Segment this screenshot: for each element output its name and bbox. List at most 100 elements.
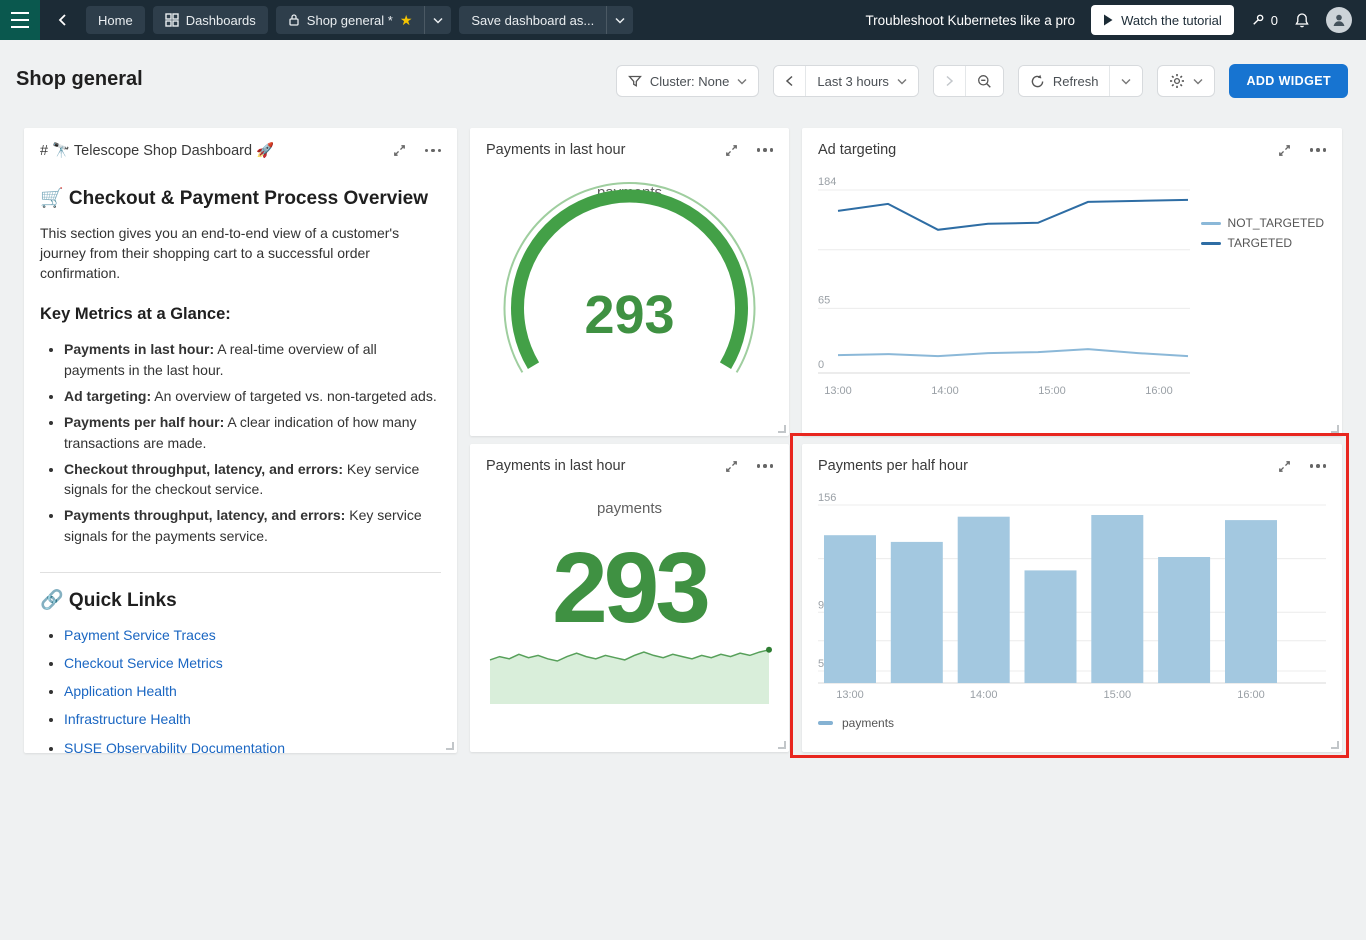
resize-handle[interactable] <box>778 425 786 433</box>
page-title: Shop general <box>16 68 143 91</box>
payments-value: 293 <box>470 538 789 638</box>
time-range-label: Last 3 hours <box>817 74 889 89</box>
notes-heading: 🛒 Checkout & Payment Process Overview <box>40 185 441 213</box>
dashboard-menu-chevron[interactable] <box>424 6 451 34</box>
back-button[interactable] <box>48 6 78 34</box>
time-back-button[interactable] <box>774 66 805 96</box>
metric-item: Ad targeting: An overview of targeted vs… <box>64 386 441 406</box>
zoom-out-button[interactable] <box>965 66 1003 96</box>
avatar[interactable] <box>1326 7 1352 33</box>
svg-text:0: 0 <box>818 359 824 371</box>
pinned-items-button[interactable]: 0 <box>1250 12 1278 28</box>
refresh-options-chevron[interactable] <box>1109 66 1142 96</box>
dashboard-name-label: Shop general * <box>307 13 393 28</box>
legend-item[interactable]: TARGETED <box>1201 236 1324 250</box>
favorite-star-icon[interactable]: ★ <box>400 12 413 29</box>
grid-icon <box>165 13 179 27</box>
svg-text:16:00: 16:00 <box>1237 689 1265 701</box>
legend-swatch <box>1201 222 1221 225</box>
user-icon <box>1331 12 1347 28</box>
quick-link[interactable]: Application Health <box>64 683 177 699</box>
metric-item: Payments per half hour: A clear indicati… <box>64 412 441 453</box>
quick-links-list: Payment Service Traces Checkout Service M… <box>40 625 441 753</box>
svg-text:184: 184 <box>818 176 836 188</box>
chevron-down-icon <box>433 17 443 24</box>
time-forward-button[interactable] <box>934 66 965 96</box>
watch-tutorial-label: Watch the tutorial <box>1121 13 1222 28</box>
chevron-down-icon <box>897 78 907 85</box>
metrics-list: Payments in last hour: A real-time overv… <box>40 339 441 546</box>
more-options-icon[interactable] <box>757 148 774 152</box>
save-dashboard-as-button[interactable]: Save dashboard as... <box>459 6 606 34</box>
expand-icon[interactable] <box>392 143 407 158</box>
svg-text:14:00: 14:00 <box>931 385 959 397</box>
cluster-filter-button[interactable]: Cluster: None <box>616 65 759 97</box>
widget-payments-gauge: Payments in last hour payments 293 <box>470 128 789 436</box>
quick-link[interactable]: SUSE Observability Documentation <box>64 740 285 753</box>
svg-text:13:00: 13:00 <box>836 689 864 701</box>
quick-link-item: Checkout Service Metrics <box>64 653 441 673</box>
menu-icon[interactable] <box>0 0 40 40</box>
widget-telescope-notes: # 🔭 Telescope Shop Dashboard 🚀 🛒 Checkou… <box>24 128 457 753</box>
chevron-right-icon <box>945 75 954 87</box>
widget-title: Payments in last hour <box>486 458 625 474</box>
legend-label: NOT_TARGETED <box>1228 216 1324 230</box>
navbar-right: Troubleshoot Kubernetes like a pro Watch… <box>865 5 1366 35</box>
chevron-down-icon <box>1121 78 1131 85</box>
save-as-label: Save dashboard as... <box>471 13 594 28</box>
resize-handle[interactable] <box>1331 425 1339 433</box>
refresh-button[interactable]: Refresh <box>1019 66 1110 96</box>
chart-legend[interactable]: payments <box>818 716 894 730</box>
svg-text:13:00: 13:00 <box>824 385 852 397</box>
more-options-icon[interactable] <box>425 149 442 153</box>
save-dashboard-control: Save dashboard as... <box>459 6 633 34</box>
dashboards-label: Dashboards <box>186 13 256 28</box>
dashboards-button[interactable]: Dashboards <box>153 6 268 34</box>
time-range-button[interactable]: Last 3 hours <box>805 66 918 96</box>
notes-content: 🛒 Checkout & Payment Process Overview Th… <box>24 167 457 753</box>
more-options-icon[interactable] <box>1310 148 1327 152</box>
widget-payments-per-half-hour: Payments per half hour 156925713:0014:00… <box>802 444 1342 752</box>
chart-legend: NOT_TARGETED TARGETED <box>1201 216 1324 250</box>
expand-icon[interactable] <box>1277 459 1292 474</box>
zoom-out-icon <box>977 74 992 89</box>
home-button[interactable]: Home <box>86 6 145 34</box>
legend-item[interactable]: NOT_TARGETED <box>1201 216 1324 230</box>
svg-text:65: 65 <box>818 294 830 306</box>
promo-text: Troubleshoot Kubernetes like a pro <box>865 13 1075 28</box>
quick-link[interactable]: Infrastructure Health <box>64 711 191 727</box>
quick-link[interactable]: Payment Service Traces <box>64 627 216 643</box>
watch-tutorial-button[interactable]: Watch the tutorial <box>1091 5 1234 35</box>
notes-intro: This section gives you an end-to-end vie… <box>40 223 441 284</box>
expand-icon[interactable] <box>724 459 739 474</box>
expand-icon[interactable] <box>724 143 739 158</box>
current-dashboard-control: Shop general * ★ <box>276 6 452 34</box>
time-range-control: Last 3 hours <box>773 65 919 97</box>
home-label: Home <box>98 13 133 28</box>
dashboard-name-button[interactable]: Shop general * ★ <box>276 6 425 34</box>
resize-handle[interactable] <box>446 742 454 750</box>
expand-icon[interactable] <box>1277 143 1292 158</box>
payments-bar-chart: 156925713:0014:0015:0016:00 <box>802 482 1342 744</box>
pin-icon <box>1250 12 1266 28</box>
ad-targeting-line-chart: 18465013:0014:0015:0016:00 <box>802 166 1342 428</box>
resize-handle[interactable] <box>778 741 786 749</box>
save-as-chevron[interactable] <box>606 6 633 34</box>
svg-text:156: 156 <box>818 492 836 504</box>
settings-button[interactable] <box>1157 65 1215 97</box>
quick-link[interactable]: Checkout Service Metrics <box>64 655 223 671</box>
more-options-icon[interactable] <box>1310 464 1327 468</box>
add-widget-button[interactable]: ADD WIDGET <box>1229 64 1348 98</box>
svg-text:15:00: 15:00 <box>1038 385 1066 397</box>
funnel-icon <box>628 75 642 88</box>
gauge-value: 293 <box>470 284 789 346</box>
chevron-left-icon <box>785 75 794 87</box>
chevron-down-icon <box>737 78 747 85</box>
resize-handle[interactable] <box>1331 741 1339 749</box>
quick-link-item: Infrastructure Health <box>64 709 441 729</box>
more-options-icon[interactable] <box>757 464 774 468</box>
play-icon <box>1103 14 1113 26</box>
widget-title: Payments per half hour <box>818 458 968 474</box>
gear-icon <box>1169 73 1185 89</box>
notifications-button[interactable] <box>1294 12 1310 29</box>
